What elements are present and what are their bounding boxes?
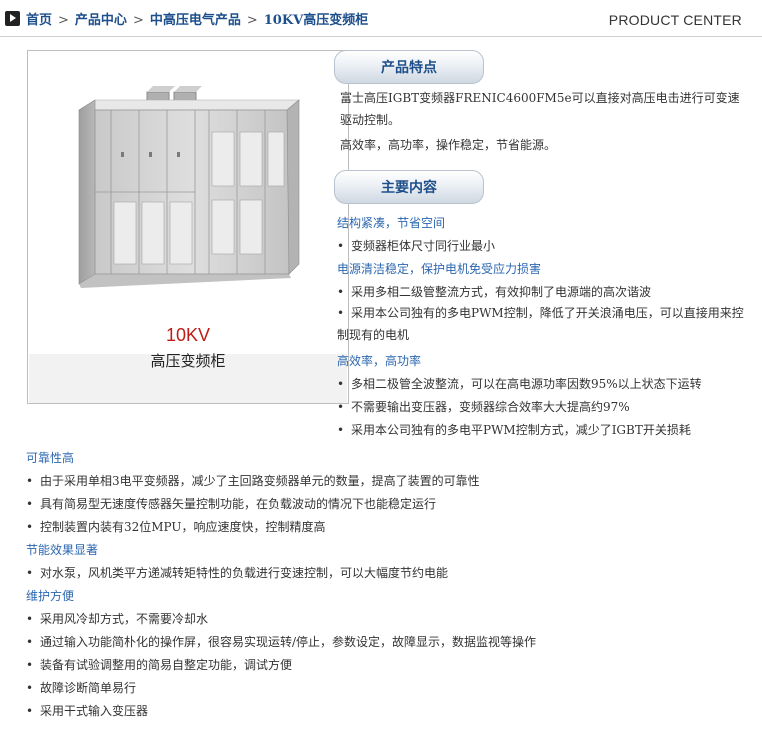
product-image[interactable] [29, 52, 347, 300]
header: 首页 > 产品中心 > 中高压电气产品 >10KV高压变频柜 PRODUCT CENTER [0, 0, 762, 37]
list-item: • 采用本公司独有的多电PWM控制，降低了开关浪涌电压，可以直接用来控制现有的电机 [337, 306, 744, 342]
list-item: • 采用风冷却方式，不需要冷却水 [26, 612, 209, 626]
list-item: • 故障诊断简单易行 [26, 681, 137, 695]
list-item: • 不需要输出变压器，变频器综合效率大大提高约97% [337, 400, 630, 414]
section-heading: 节能效果显著 [26, 543, 99, 557]
breadcrumb: 首页 > 产品中心 > 中高压电气产品 >10KV高压变频柜 [26, 9, 368, 28]
section-heading: 可靠性高 [26, 451, 75, 465]
section-heading: 维护方便 [26, 589, 75, 603]
product-model: 10KV [165, 325, 211, 345]
arrow-right-icon [5, 11, 20, 26]
breadcrumb-separator: > [132, 13, 144, 28]
breadcrumb-separator: > [246, 13, 258, 28]
list-item: • 装备有试验调整用的简易自整定功能，调试方便 [26, 658, 293, 672]
list-item: • 采用本公司独有的多电平PWM控制方式，减少了IGBT开关损耗 [337, 423, 691, 437]
list-item: • 采用多相二级管整流方式，有效抑制了电源端的高次谐波 [337, 285, 652, 299]
feature-paragraph: 高效率，高功率，操作稳定，节省能源。 [340, 138, 557, 152]
product-name: 高压变频柜 [150, 352, 226, 370]
section-heading: 电源清洁稳定，保护电机免受应力损害 [337, 262, 542, 276]
list-item: • 对水泵，风机类平方递减转矩特性的负载进行变速控制，可以大幅度节约电能 [26, 566, 449, 580]
product-card: 10KV 高压变频柜 [27, 50, 349, 404]
page-title: PRODUCT CENTER [608, 12, 742, 28]
tab-main-content[interactable]: 主要内容 [334, 170, 484, 204]
list-item: • 控制装置内装有32位MPU，响应速度快，控制精度高 [26, 520, 326, 534]
list-item: • 多相二极管全波整流，可以在高电源功率因数95%以上状态下运转 [337, 377, 702, 391]
list-item: • 通过输入功能简朴化的操作屏，很容易实现运转/停止，参数设定，故障显示，数据监视… [26, 635, 537, 649]
tab-product-features[interactable]: 产品特点 [334, 50, 484, 84]
breadcrumb-home[interactable]: 首页 [26, 13, 52, 28]
list-item: • 变频器柜体尺寸同行业最小 [337, 239, 496, 253]
breadcrumb-separator: > [58, 13, 69, 28]
list-item: • 具有简易型无速度传感器矢量控制功能，在负载波动的情况下也能稳定运行 [26, 497, 437, 511]
breadcrumb-product-center[interactable]: 产品中心 [75, 13, 127, 28]
section-heading: 高效率，高功率 [337, 354, 422, 368]
section-heading: 结构紧凑，节省空间 [337, 216, 446, 230]
breadcrumb-category[interactable]: 中高压电气产品 [150, 13, 241, 28]
list-item: • 由于采用单相3电平变频器，减少了主回路变频器单元的数量，提高了装置的可靠性 [26, 474, 480, 488]
list-item: • 采用干式输入变压器 [26, 704, 149, 718]
feature-paragraph: 富士高压IGBT变频器FRENIC4600FM5e可以直接对高压电击进行可变速驱… [340, 91, 740, 127]
breadcrumb-current[interactable]: 10KV高压变频柜 [264, 13, 368, 28]
